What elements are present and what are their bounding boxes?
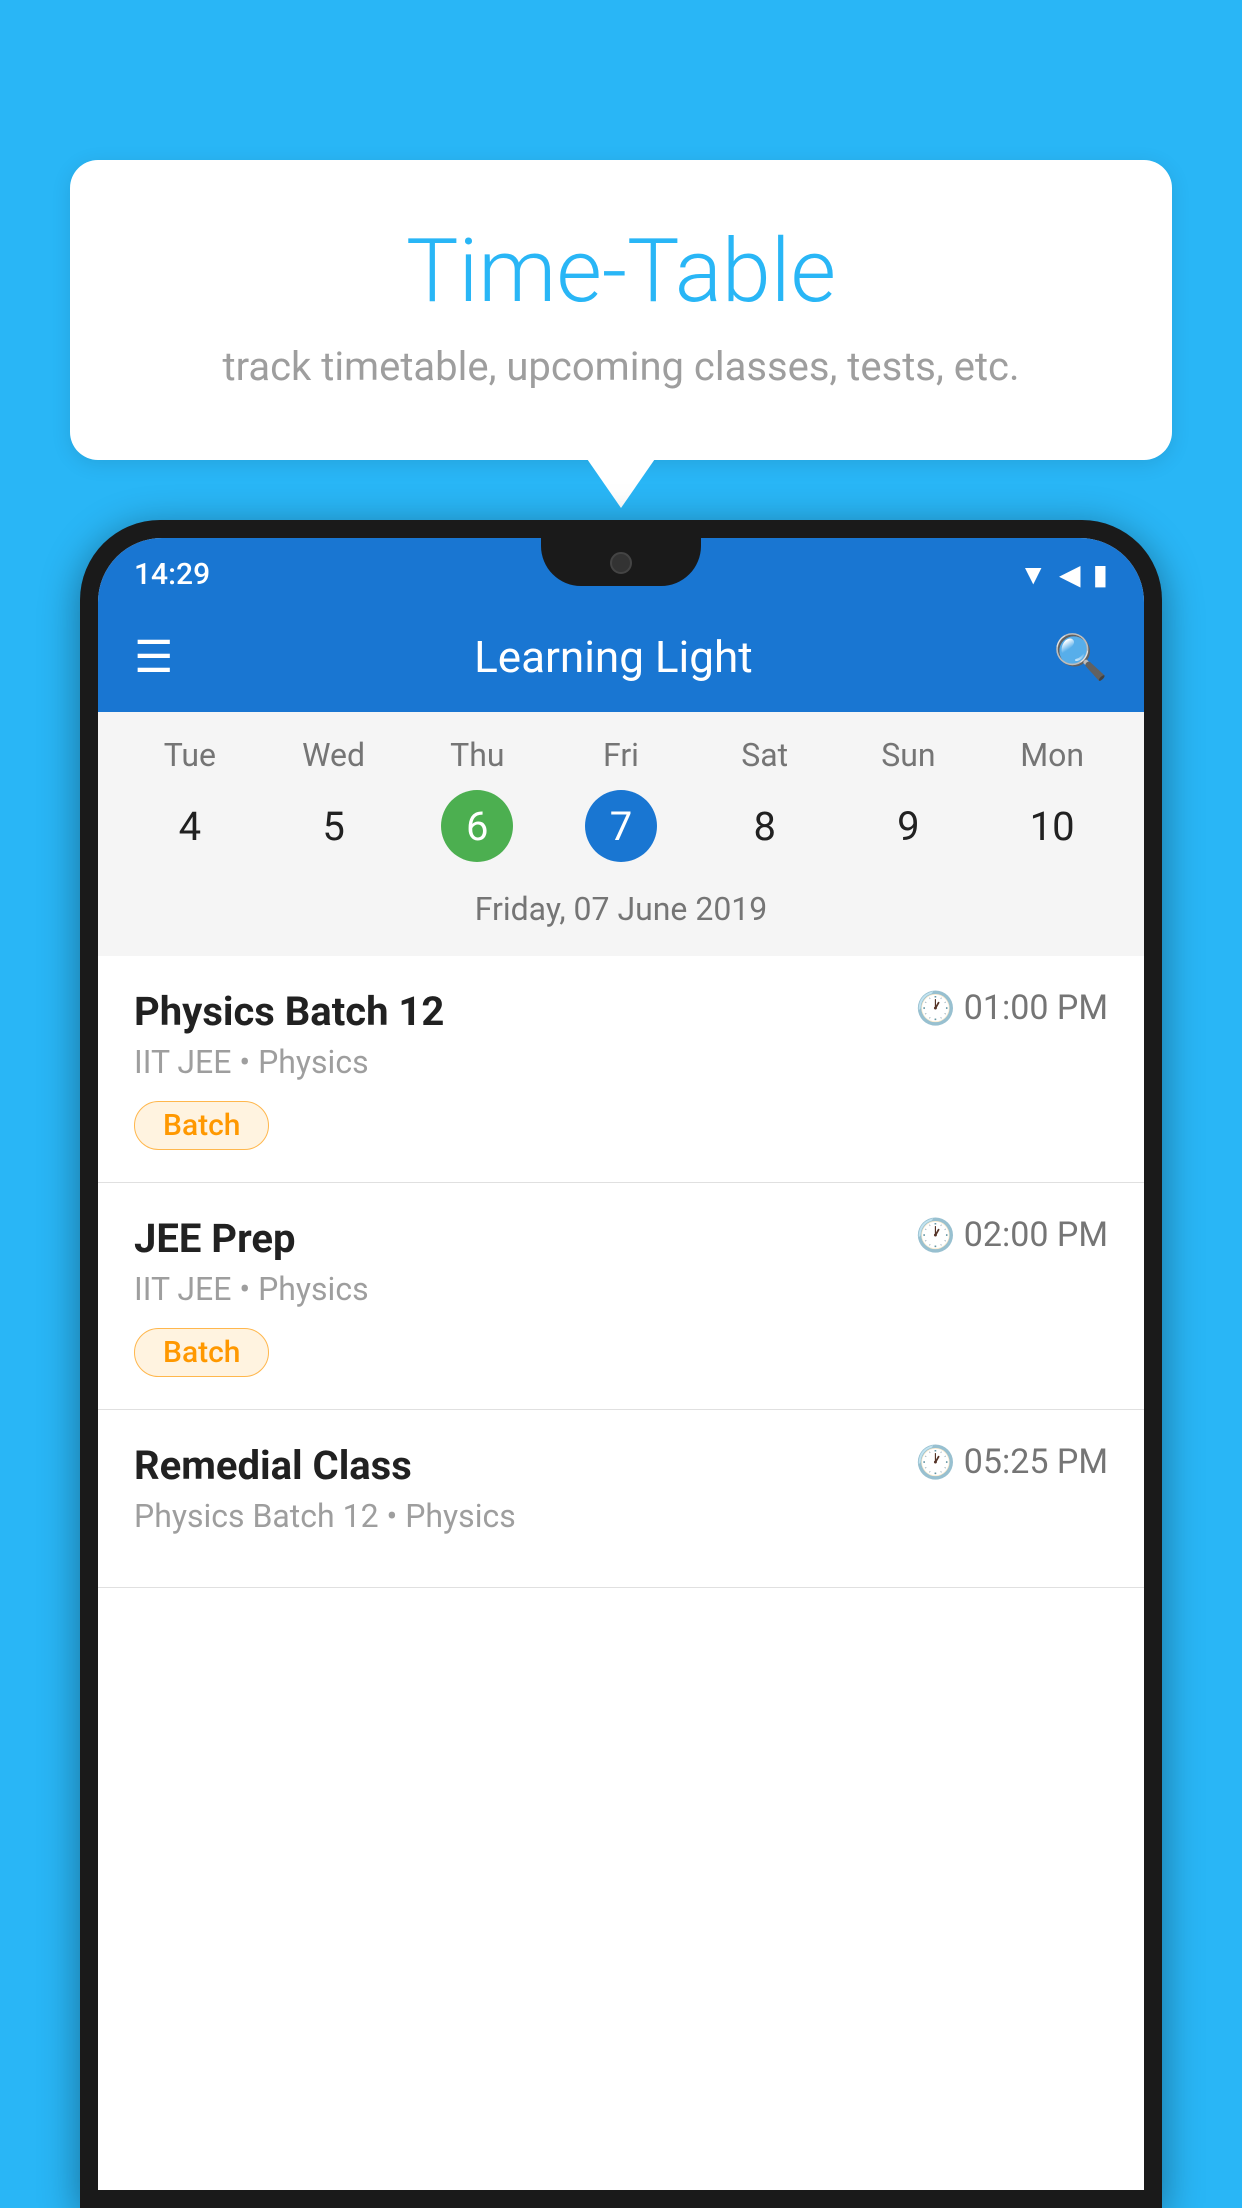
batch-tag-1: Batch: [134, 1101, 269, 1150]
status-time: 14:29: [134, 557, 210, 592]
schedule-item-3-header: Remedial Class 🕐 05:25 PM: [134, 1442, 1108, 1489]
schedule-item-1-time-text: 01:00 PM: [964, 988, 1108, 1028]
schedule-item-3-time-text: 05:25 PM: [964, 1442, 1108, 1482]
day-4[interactable]: 4: [118, 786, 262, 866]
phone-camera: [610, 552, 632, 574]
day-header-thu: Thu: [405, 736, 549, 774]
signal-icon: ◀: [1059, 558, 1081, 591]
clock-icon-3: 🕐: [916, 1443, 956, 1481]
schedule-item-2-time-text: 02:00 PM: [964, 1215, 1108, 1255]
schedule-item-3-subtitle: Physics Batch 12 • Physics: [134, 1497, 1108, 1535]
wifi-icon: ▼: [1019, 558, 1047, 591]
calendar-date-label: Friday, 07 June 2019: [118, 882, 1124, 948]
schedule-item-2[interactable]: JEE Prep 🕐 02:00 PM IIT JEE • Physics Ba…: [98, 1183, 1144, 1410]
day-7-selected[interactable]: 7: [585, 790, 657, 862]
battery-icon: ▮: [1093, 558, 1108, 591]
calendar-strip: Tue Wed Thu Fri Sat Sun Mon 4 5 6 7 8 9 …: [98, 712, 1144, 956]
schedule-item-2-title: JEE Prep: [134, 1215, 295, 1262]
schedule-item-1-header: Physics Batch 12 🕐 01:00 PM: [134, 988, 1108, 1035]
speech-bubble-card: Time-Table track timetable, upcoming cla…: [70, 160, 1172, 460]
speech-bubble-section: Time-Table track timetable, upcoming cla…: [70, 160, 1172, 460]
schedule-item-3[interactable]: Remedial Class 🕐 05:25 PM Physics Batch …: [98, 1410, 1144, 1588]
day-header-wed: Wed: [262, 736, 406, 774]
schedule-item-1[interactable]: Physics Batch 12 🕐 01:00 PM IIT JEE • Ph…: [98, 956, 1144, 1183]
schedule-item-1-subtitle: IIT JEE • Physics: [134, 1043, 1108, 1081]
schedule-item-2-header: JEE Prep 🕐 02:00 PM: [134, 1215, 1108, 1262]
app-title: Learning Light: [474, 631, 753, 683]
phone-screen: 14:29 ▼ ◀ ▮ ☰ Learning Light 🔍 Tue Wed T…: [98, 538, 1144, 2190]
day-5[interactable]: 5: [262, 786, 406, 866]
schedule-item-2-subtitle: IIT JEE • Physics: [134, 1270, 1108, 1308]
app-bar: ☰ Learning Light 🔍: [98, 602, 1144, 712]
feature-subtitle: track timetable, upcoming classes, tests…: [150, 343, 1092, 390]
status-icons: ▼ ◀ ▮: [1019, 558, 1108, 591]
hamburger-menu-icon[interactable]: ☰: [134, 631, 173, 683]
day-header-tue: Tue: [118, 736, 262, 774]
phone-frame: 14:29 ▼ ◀ ▮ ☰ Learning Light 🔍 Tue Wed T…: [80, 520, 1162, 2208]
day-6-today[interactable]: 6: [441, 790, 513, 862]
schedule-list: Physics Batch 12 🕐 01:00 PM IIT JEE • Ph…: [98, 956, 1144, 1588]
clock-icon-1: 🕐: [916, 989, 956, 1027]
day-header-mon: Mon: [980, 736, 1124, 774]
batch-tag-2: Batch: [134, 1328, 269, 1377]
day-9[interactable]: 9: [837, 786, 981, 866]
schedule-item-1-time: 🕐 01:00 PM: [916, 988, 1108, 1028]
day-8[interactable]: 8: [693, 786, 837, 866]
feature-title: Time-Table: [150, 220, 1092, 323]
phone-notch: [541, 538, 701, 586]
day-numbers: 4 5 6 7 8 9 10: [118, 786, 1124, 866]
day-10[interactable]: 10: [980, 786, 1124, 866]
schedule-item-3-title: Remedial Class: [134, 1442, 412, 1489]
day-header-sun: Sun: [837, 736, 981, 774]
schedule-item-1-title: Physics Batch 12: [134, 988, 444, 1035]
day-header-sat: Sat: [693, 736, 837, 774]
schedule-item-3-time: 🕐 05:25 PM: [916, 1442, 1108, 1482]
schedule-item-2-time: 🕐 02:00 PM: [916, 1215, 1108, 1255]
clock-icon-2: 🕐: [916, 1216, 956, 1254]
search-icon[interactable]: 🔍: [1053, 631, 1108, 683]
day-header-fri: Fri: [549, 736, 693, 774]
day-headers: Tue Wed Thu Fri Sat Sun Mon: [118, 736, 1124, 774]
